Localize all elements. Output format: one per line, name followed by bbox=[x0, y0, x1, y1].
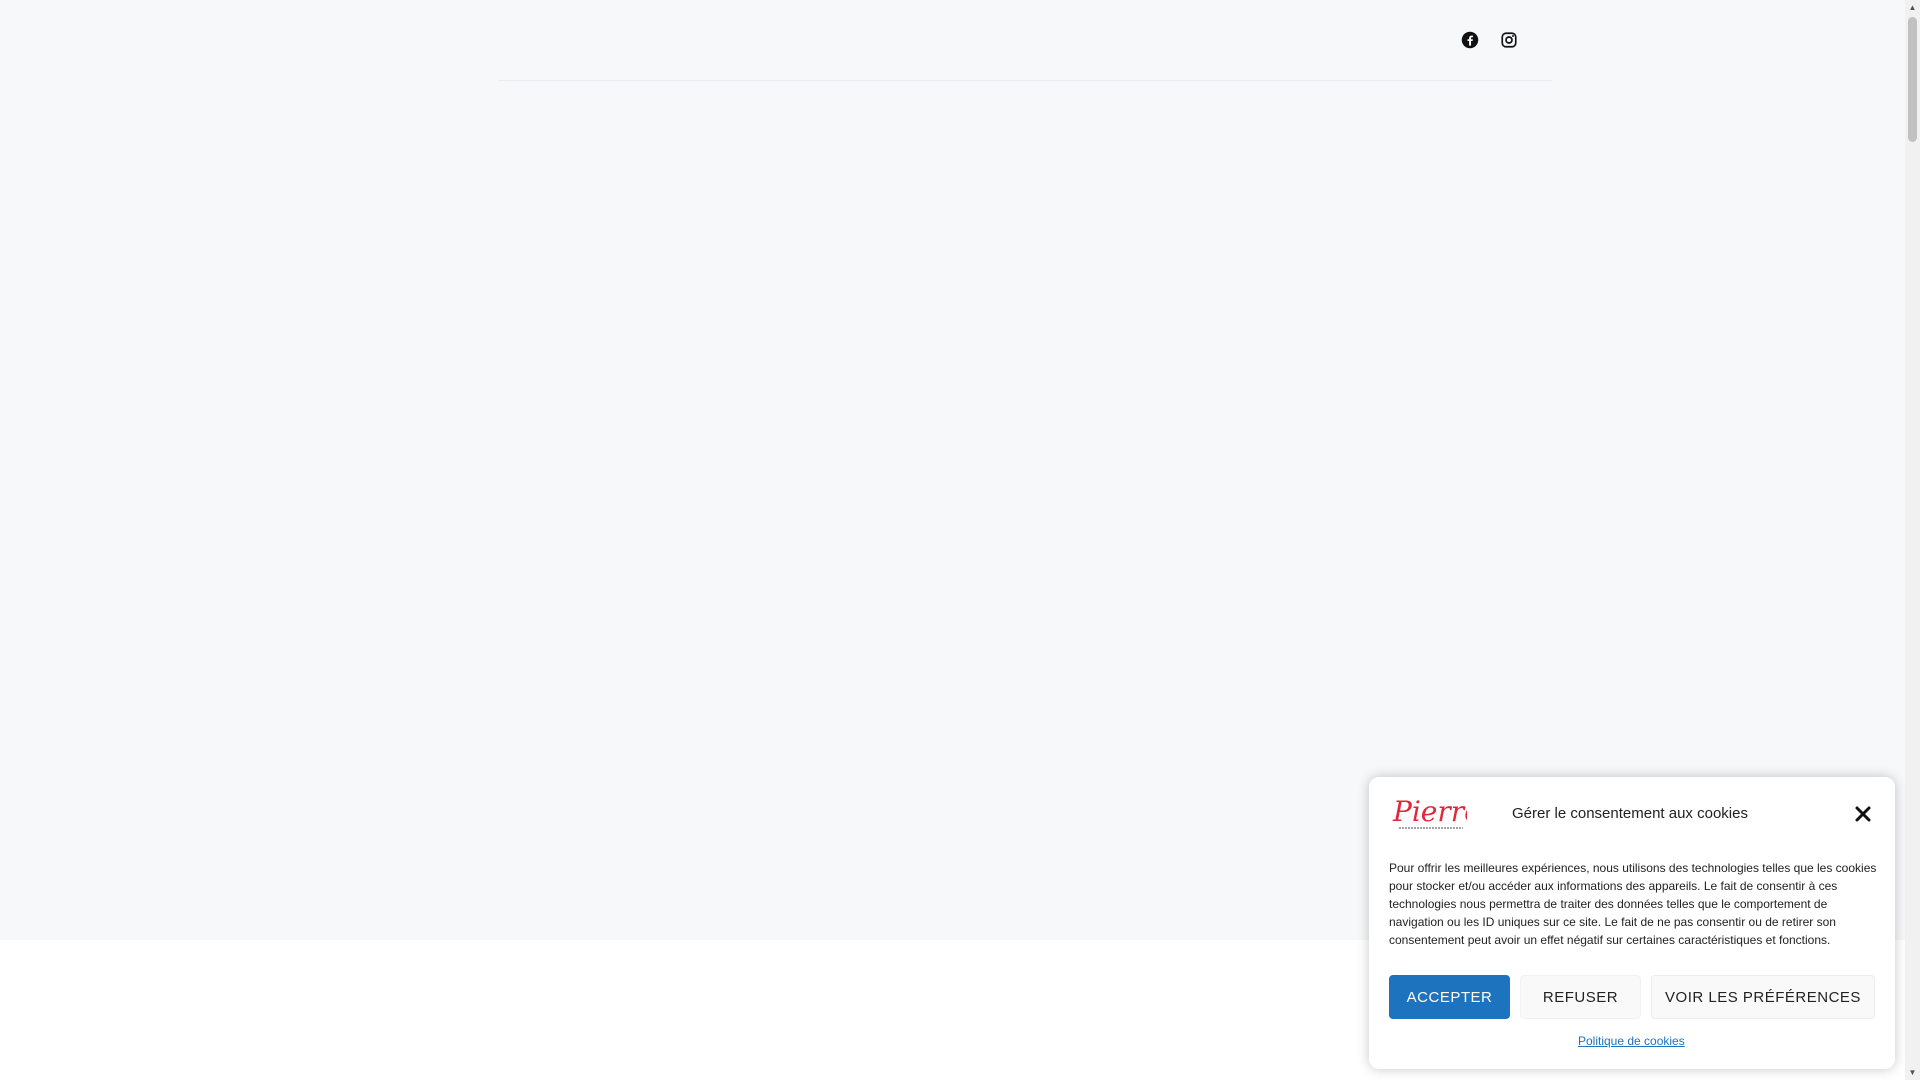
scrollbar-thumb[interactable] bbox=[1908, 17, 1917, 142]
close-icon bbox=[1855, 806, 1871, 822]
refuse-button[interactable]: REFUSER bbox=[1520, 975, 1641, 1019]
site-header bbox=[499, 0, 1552, 81]
instagram-icon bbox=[1501, 32, 1517, 48]
cookie-policy-link[interactable]: Politique de cookies bbox=[1578, 1034, 1685, 1048]
scroll-down-icon[interactable]: ▼ bbox=[1905, 1065, 1920, 1080]
cookie-title: Gérer le consentement aux cookies bbox=[1512, 805, 1748, 822]
pierre-logo: Pierre bbox=[1392, 795, 1467, 829]
logo-text: Pierre bbox=[1392, 795, 1467, 828]
instagram-link[interactable] bbox=[1498, 29, 1520, 51]
cookie-consent-dialog: Pierre Gérer le consentement aux cookies… bbox=[1369, 777, 1895, 1069]
close-button[interactable] bbox=[1853, 804, 1873, 824]
facebook-link[interactable] bbox=[1459, 29, 1481, 51]
accept-button[interactable]: ACCEPTER bbox=[1389, 975, 1510, 1019]
scroll-up-icon[interactable]: ▲ bbox=[1905, 0, 1920, 15]
facebook-icon bbox=[1461, 31, 1479, 49]
cookie-description: Pour offrir les meilleures expériences, … bbox=[1389, 861, 1877, 947]
page-scrollbar[interactable]: ▲ ▼ bbox=[1905, 0, 1920, 1080]
preferences-button[interactable]: VOIR LES PRÉFÉRENCES bbox=[1651, 975, 1875, 1019]
